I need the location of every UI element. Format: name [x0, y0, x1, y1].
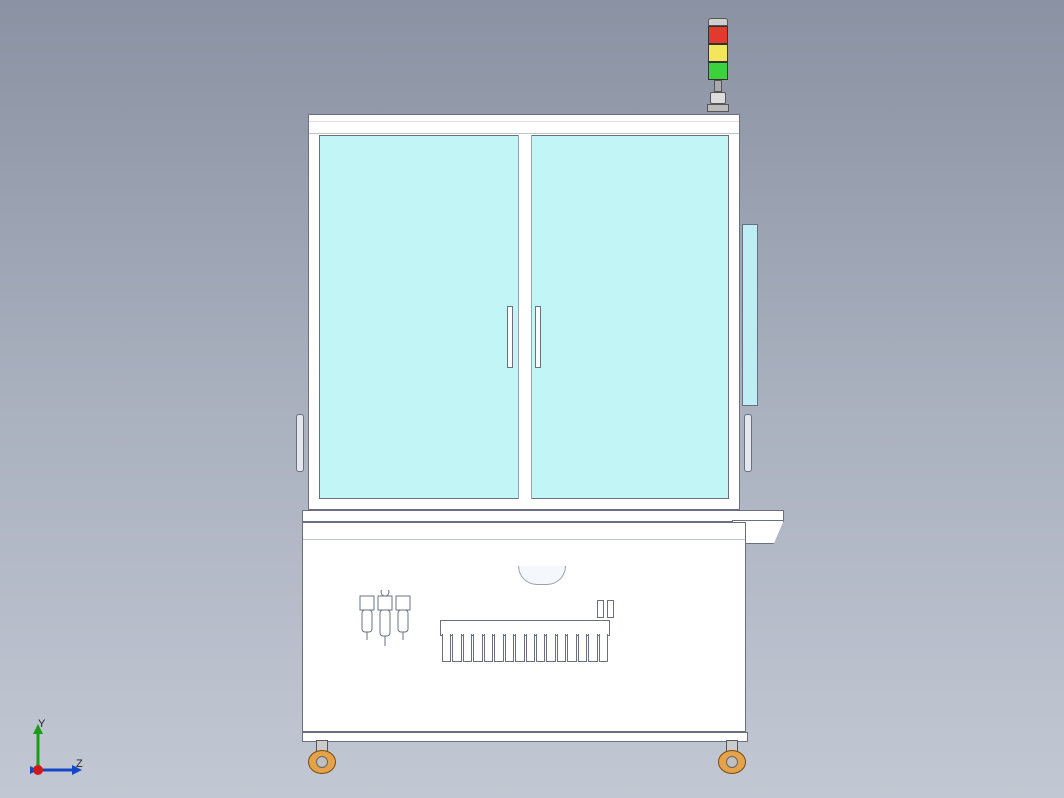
center-mullion [518, 135, 532, 499]
manifold-valves [442, 634, 608, 662]
frl-unit [354, 590, 424, 660]
signal-tower-green [708, 62, 728, 80]
signal-tower-pole [714, 80, 722, 92]
axis-label-y: Y [38, 718, 45, 730]
cad-viewport[interactable]: Y Z [0, 0, 1064, 798]
manifold-pilot-stacks [597, 600, 614, 618]
work-tray [302, 510, 784, 522]
side-grab-handle-left[interactable] [296, 414, 304, 472]
signal-tower-yellow [708, 44, 728, 62]
side-grab-handle-right[interactable] [744, 414, 752, 472]
caster-left [304, 740, 338, 774]
door-handle-left[interactable] [507, 306, 513, 368]
right-side-access-panel[interactable] [742, 224, 758, 406]
signal-tower-base [710, 92, 726, 104]
sliding-door-left[interactable] [319, 135, 520, 499]
axis-label-z: Z [76, 758, 83, 770]
view-triad: Y Z [18, 720, 88, 780]
signal-tower [706, 18, 730, 112]
top-beam [309, 115, 739, 134]
caster-right [714, 740, 748, 774]
door-area [319, 135, 729, 499]
foot-rail [302, 732, 748, 742]
base-top-strip [303, 523, 745, 540]
sliding-door-right[interactable] [528, 135, 729, 499]
signal-tower-red [708, 26, 728, 44]
door-handle-right[interactable] [535, 306, 541, 368]
signal-tower-cap [708, 18, 728, 26]
signal-tower-mount [707, 104, 729, 112]
upper-enclosure [308, 114, 740, 510]
machine-enclosure [308, 114, 740, 768]
valve-manifold [440, 612, 610, 662]
